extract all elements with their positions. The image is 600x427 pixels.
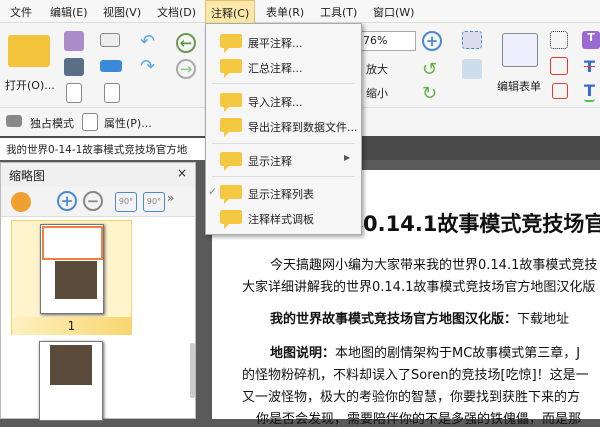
menu-item-label: 导出注释到数据文件... xyxy=(248,121,358,134)
annotation-dropdown-menu: 展平注释... 汇总注释... 导入注释... 导出注释到数据文件... 显示注… xyxy=(205,23,362,235)
menu-item-label: 注释样式调板 xyxy=(248,213,314,226)
menu-view[interactable]: 视图(V) xyxy=(103,4,141,20)
menu-form[interactable]: 表单(R) xyxy=(266,4,304,20)
menu-item-label: 显示注释列表 xyxy=(248,188,314,201)
text-box-icon[interactable] xyxy=(550,57,568,75)
menu-item-import-annotations[interactable]: 导入注释... xyxy=(206,90,361,112)
back-icon[interactable]: ← xyxy=(176,33,196,53)
paragraph-line: 本地图的剧情架构于MC故事模式第三章，J xyxy=(335,346,581,361)
strikethrough-icon[interactable]: T xyxy=(584,57,595,76)
menu-separator xyxy=(212,176,355,177)
scrollbar[interactable] xyxy=(190,343,195,398)
edit-form-icon[interactable] xyxy=(502,33,538,67)
document-heading: 界0.14.1故事模式竞技场官 xyxy=(342,212,600,236)
checkmark-icon: ✓ xyxy=(208,185,218,198)
menu-item-label: 导入注释... xyxy=(248,96,303,109)
callout-icon[interactable] xyxy=(552,83,568,99)
flatten-annotation-icon xyxy=(220,34,242,53)
text-field-icon[interactable] xyxy=(550,31,568,49)
thumbnail-panel: 缩略图 × + − 90° 90° » 1 xyxy=(0,162,196,421)
menu-document[interactable]: 文档(D) xyxy=(157,4,196,20)
export-icon[interactable] xyxy=(66,83,82,103)
add-image-text-icon[interactable] xyxy=(462,59,482,79)
menu-item-label: 汇总注释... xyxy=(248,62,303,75)
show-annotation-icon xyxy=(220,152,242,171)
exclusive-mode-button[interactable]: 独占模式 xyxy=(30,115,74,131)
menu-separator xyxy=(212,143,355,144)
description-label: 地图说明： xyxy=(270,346,336,361)
menu-item-label: 显示注释 xyxy=(248,155,292,168)
print-icon[interactable] xyxy=(64,58,84,76)
panel-header: 缩略图 × xyxy=(1,163,195,187)
zoom-out-button[interactable]: 缩小 xyxy=(366,85,388,101)
zoom-value: 76% xyxy=(363,34,388,47)
style-palette-icon xyxy=(220,210,242,229)
menu-item-annotation-style-palette[interactable]: 注释样式调板 xyxy=(206,207,361,229)
thumbnail-page-2[interactable] xyxy=(39,341,103,421)
menu-separator xyxy=(212,83,355,84)
download-label: 我的世界故事模式竞技场官方地图汉化版： xyxy=(270,312,518,327)
typewriter-icon[interactable]: T xyxy=(582,31,600,49)
crown-icon xyxy=(6,115,22,127)
document-tab[interactable]: 我的世界0-14-1故事模式竞技场官方地 xyxy=(0,138,205,160)
paragraph-line: 你是否会发现，需要陪伴你的不是多强的铁傀儡，而是那 xyxy=(256,412,582,427)
zoom-in-thumbnail-icon[interactable]: + xyxy=(57,191,77,211)
forward-icon[interactable]: → xyxy=(176,59,196,79)
menu-item-label: 展平注释... xyxy=(248,37,303,50)
redo-icon[interactable]: ↷ xyxy=(140,56,155,77)
rotate-left-90-icon[interactable]: 90° xyxy=(115,192,137,212)
menu-item-show-annotation-list[interactable]: ✓ 显示注释列表 xyxy=(206,182,361,204)
menu-file[interactable]: 文件 xyxy=(10,4,32,20)
menu-item-summarize-annotations[interactable]: 汇总注释... xyxy=(206,56,361,78)
zoom-in-button[interactable]: 放大 xyxy=(366,61,388,77)
underline-icon[interactable]: T xyxy=(584,81,595,102)
thumbnail-page-1[interactable]: 1 xyxy=(11,220,132,335)
menu-item-export-annotations[interactable]: 导出注释到数据文件... xyxy=(206,115,361,137)
download-link[interactable]: 下载地址 xyxy=(517,312,569,327)
save-icon[interactable] xyxy=(64,31,84,51)
paragraph-line: 的怪物粉碎机，不料却误入了Soren的竞技场[吃惊]！这是一 xyxy=(242,368,589,383)
summarize-annotation-icon xyxy=(220,59,242,78)
paragraph-line: 又一波怪物，极大的考验你的智慧，你要找到获胜下来的方 xyxy=(242,390,581,405)
thumbnail-image xyxy=(40,224,104,314)
paragraph-line: 大家详细讲解我的世界0.14.1故事模式竞技场官方地图汉化版 xyxy=(242,280,596,295)
page-image xyxy=(50,345,92,385)
viewport-indicator[interactable] xyxy=(42,226,103,260)
submenu-arrow-icon: ▶ xyxy=(344,153,351,162)
open-button[interactable]: 打开(O)... xyxy=(5,77,55,93)
annotation-list-icon xyxy=(220,185,242,204)
rotate-left-icon[interactable]: ↺ xyxy=(422,59,437,80)
paragraph-line: 今天搞趣网小编为大家带来我的世界0.14.1故事模式竞技 xyxy=(270,258,598,273)
gear-icon[interactable] xyxy=(11,192,31,212)
page-number: 1 xyxy=(12,317,131,335)
menu-bar: 文件 编辑(E) 视图(V) 文档(D) 注释(C) 表单(R) 工具(T) 窗… xyxy=(0,0,600,24)
menu-item-flatten-annotations[interactable]: 展平注释... xyxy=(206,31,361,53)
image-edit-icon[interactable] xyxy=(462,31,482,49)
new-document-icon[interactable] xyxy=(104,83,120,103)
menu-window[interactable]: 窗口(W) xyxy=(373,4,414,20)
edit-form-button[interactable]: 编辑表单 xyxy=(497,78,541,94)
close-icon[interactable]: × xyxy=(177,166,187,180)
properties-icon xyxy=(82,113,98,131)
zoom-magnifier-icon[interactable]: + xyxy=(422,31,442,51)
scan-icon[interactable] xyxy=(100,60,122,72)
panel-toolbar: + − 90° 90° » xyxy=(1,187,195,217)
rotate-right-icon[interactable]: ↻ xyxy=(422,83,437,104)
page-image xyxy=(55,261,97,299)
undo-icon[interactable]: ↶ xyxy=(140,31,155,52)
more-chevron-icon[interactable]: » xyxy=(167,191,174,205)
menu-edit[interactable]: 编辑(E) xyxy=(50,4,88,20)
open-folder-icon[interactable] xyxy=(8,35,50,67)
menu-item-show-annotations[interactable]: 显示注释 ▶ xyxy=(206,149,361,171)
export-annotation-icon xyxy=(220,118,242,137)
email-icon[interactable] xyxy=(100,33,120,47)
import-annotation-icon xyxy=(220,93,242,112)
properties-button[interactable]: 属性(P)... xyxy=(104,115,152,131)
menu-tools[interactable]: 工具(T) xyxy=(320,4,357,20)
menu-annotation[interactable]: 注释(C) xyxy=(205,0,256,24)
rotate-right-90-icon[interactable]: 90° xyxy=(143,192,165,212)
panel-title: 缩略图 xyxy=(9,169,46,183)
zoom-out-thumbnail-icon[interactable]: − xyxy=(83,191,103,211)
